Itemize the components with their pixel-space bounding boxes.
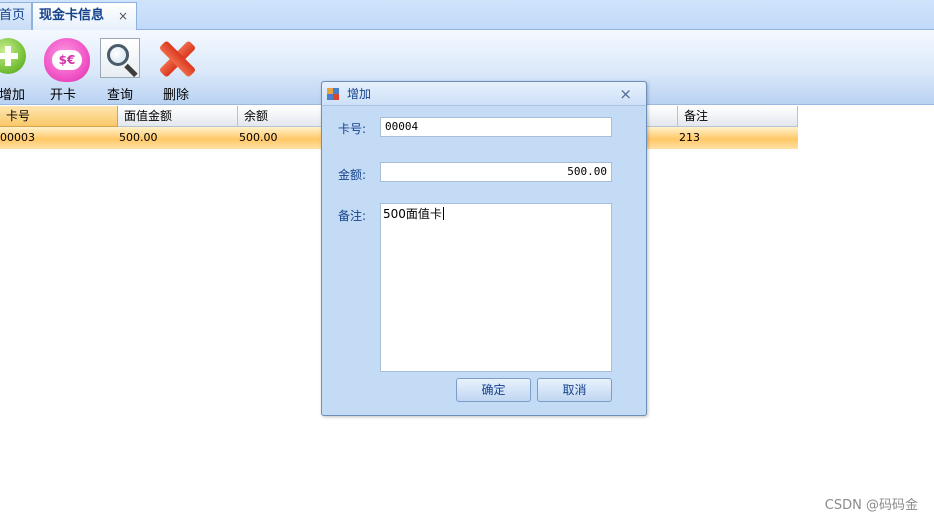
cancel-button[interactable]: 取消 <box>537 378 612 402</box>
column-header-card-no[interactable]: 卡号 <box>0 106 118 127</box>
dialog-title-bar[interactable]: 增加 × <box>322 82 646 106</box>
remark-text: 500面值卡 <box>383 207 442 221</box>
query-button-label: 查询 <box>106 88 133 103</box>
column-header-face-value[interactable]: 面值金额 <box>118 106 238 127</box>
tab-close-icon[interactable]: × <box>118 3 128 29</box>
remark-textarea[interactable]: 500面值卡 <box>380 203 612 372</box>
remark-label: 备注: <box>338 209 367 223</box>
add-button[interactable]: 增加 <box>0 36 38 103</box>
watermark: CSDN @码码金 <box>824 498 918 513</box>
cell-card-no: 00003 <box>0 131 35 144</box>
magnifier-icon <box>100 38 140 78</box>
add-button-label: 增加 <box>0 88 25 103</box>
add-dialog: 增加 × 卡号: 00004 金额: 500.00 备注: 500面值卡 确定 … <box>321 81 647 416</box>
money-pig-icon <box>44 38 90 82</box>
cell-face-value: 500.00 <box>119 131 158 144</box>
plus-circle-icon <box>0 38 26 74</box>
delete-button-label: 删除 <box>162 88 189 103</box>
red-x-icon <box>158 40 196 78</box>
tab-cash-card-info[interactable]: 现金卡信息 × <box>32 2 137 31</box>
amount-field[interactable]: 500.00 <box>380 162 612 182</box>
text-caret <box>442 207 444 220</box>
ok-button[interactable]: 确定 <box>456 378 531 402</box>
amount-label: 金额: <box>338 168 367 182</box>
query-button[interactable]: 查询 <box>94 36 146 103</box>
close-icon[interactable]: × <box>619 83 632 105</box>
column-header-remark[interactable]: 备注 <box>678 106 798 127</box>
cell-remark: 213 <box>679 131 700 144</box>
dialog-title: 增加 <box>347 87 372 101</box>
tab-cash-card-info-label: 现金卡信息 <box>39 8 105 23</box>
tab-strip: 首页 现金卡信息 × <box>0 0 934 31</box>
cell-balance: 500.00 <box>239 131 278 144</box>
tab-home-label: 首页 <box>0 8 26 23</box>
tab-home[interactable]: 首页 <box>0 2 32 30</box>
window-icon <box>327 88 339 100</box>
open-card-button-label: 开卡 <box>49 88 76 103</box>
card-no-field[interactable]: 00004 <box>380 117 612 137</box>
card-no-label: 卡号: <box>338 122 367 136</box>
open-card-button[interactable]: 开卡 <box>37 36 90 103</box>
delete-button[interactable]: 删除 <box>150 36 202 103</box>
